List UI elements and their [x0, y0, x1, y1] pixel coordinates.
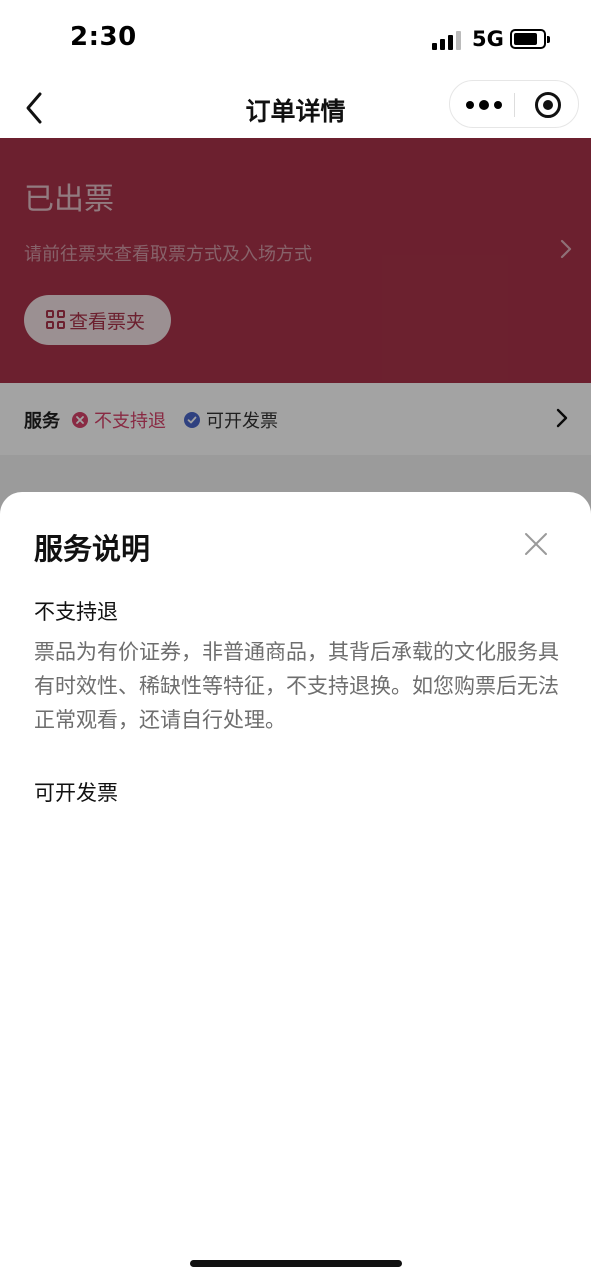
home-indicator[interactable]	[190, 1260, 402, 1267]
close-icon[interactable]	[524, 532, 548, 556]
status-time: 2:30	[70, 22, 137, 52]
sheet-item-description: 票品为有价证券，非普通商品，其背后承载的文化服务具有时效性、稀缺性等特征，不支持…	[34, 640, 559, 732]
nav-bar: 订单详情	[0, 80, 591, 138]
miniprogram-capsule	[449, 80, 579, 128]
status-bar: 2:30 5G	[0, 0, 591, 80]
sheet-item-title: 不支持退	[34, 600, 118, 624]
capsule-divider	[514, 93, 515, 117]
network-type: 5G	[472, 27, 504, 51]
battery-icon	[510, 29, 550, 49]
more-icon[interactable]	[466, 95, 502, 115]
service-info-sheet: 服务说明 不支持退 票品为有价证券，非普通商品，其背后承载的文化服务具有时效性、…	[0, 492, 591, 1280]
signal-icon	[432, 30, 464, 50]
sheet-item-title: 可开发票	[34, 781, 118, 805]
target-icon[interactable]	[534, 91, 562, 119]
sheet-title: 服务说明	[34, 532, 151, 566]
